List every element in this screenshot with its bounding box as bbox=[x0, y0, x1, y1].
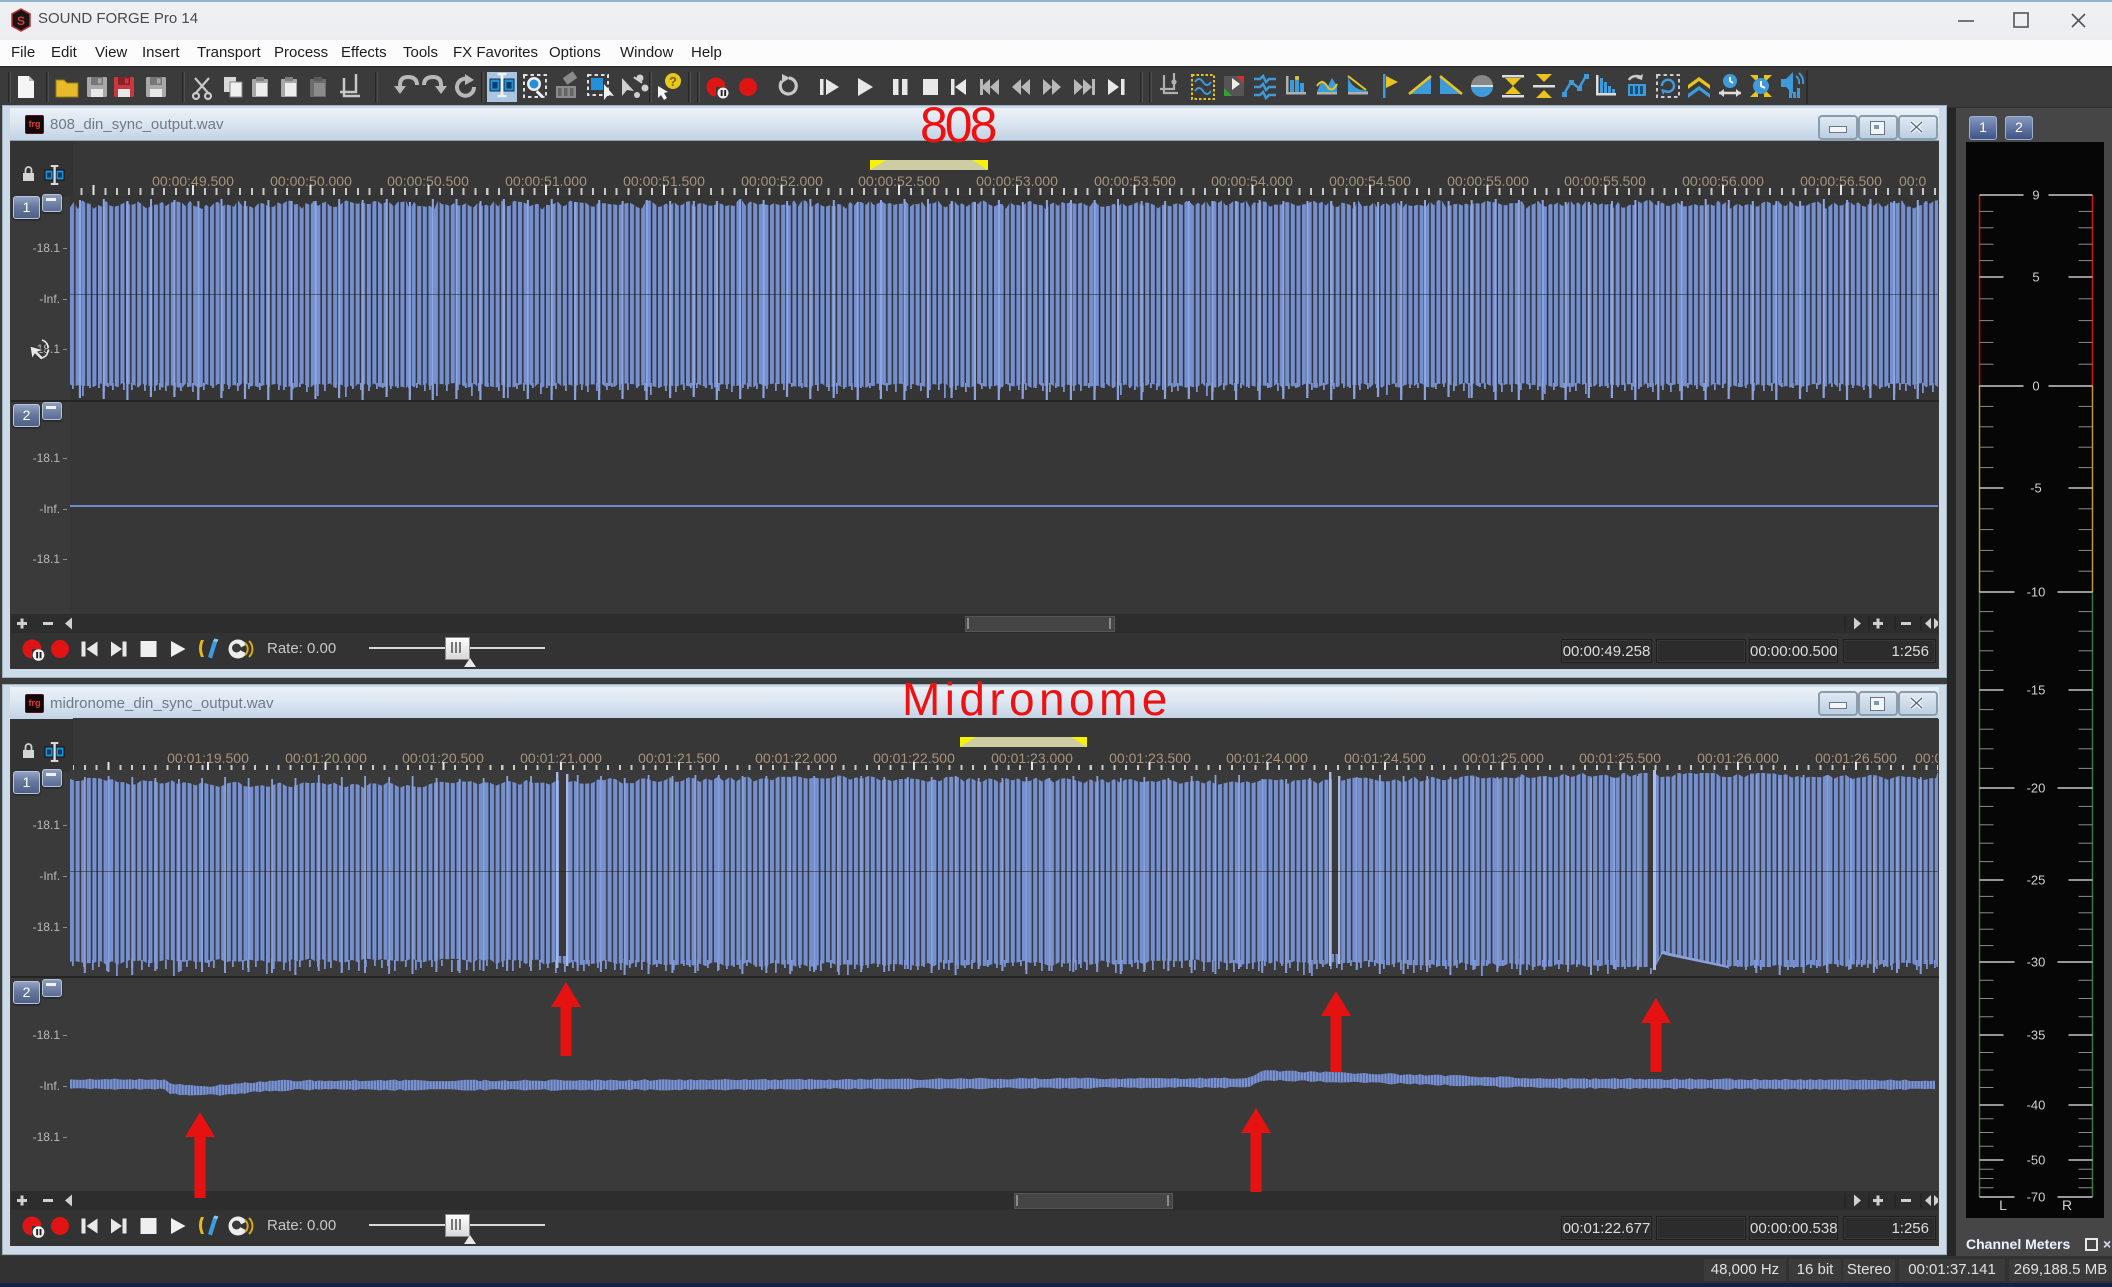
svg-text:0: 0 bbox=[2032, 379, 2039, 394]
svg-text:9: 9 bbox=[2032, 188, 2039, 203]
svg-text:-25: -25 bbox=[2027, 873, 2046, 888]
svg-text:?: ? bbox=[669, 74, 677, 89]
svg-text:-50: -50 bbox=[2027, 1153, 2046, 1168]
svg-text:L: L bbox=[1999, 1197, 2007, 1213]
svg-text:5: 5 bbox=[2032, 270, 2039, 285]
svg-text:R: R bbox=[2062, 1197, 2072, 1213]
svg-text:-40: -40 bbox=[2027, 1098, 2046, 1113]
svg-text:-20: -20 bbox=[2027, 781, 2046, 796]
svg-text:-5: -5 bbox=[2030, 481, 2042, 496]
svg-text:-70: -70 bbox=[2027, 1190, 2046, 1205]
svg-text:-35: -35 bbox=[2027, 1028, 2046, 1043]
svg-text:-15: -15 bbox=[2027, 683, 2046, 698]
svg-text:-10: -10 bbox=[2027, 585, 2046, 600]
svg-text:-30: -30 bbox=[2027, 955, 2046, 970]
svg-text:S: S bbox=[17, 14, 25, 28]
